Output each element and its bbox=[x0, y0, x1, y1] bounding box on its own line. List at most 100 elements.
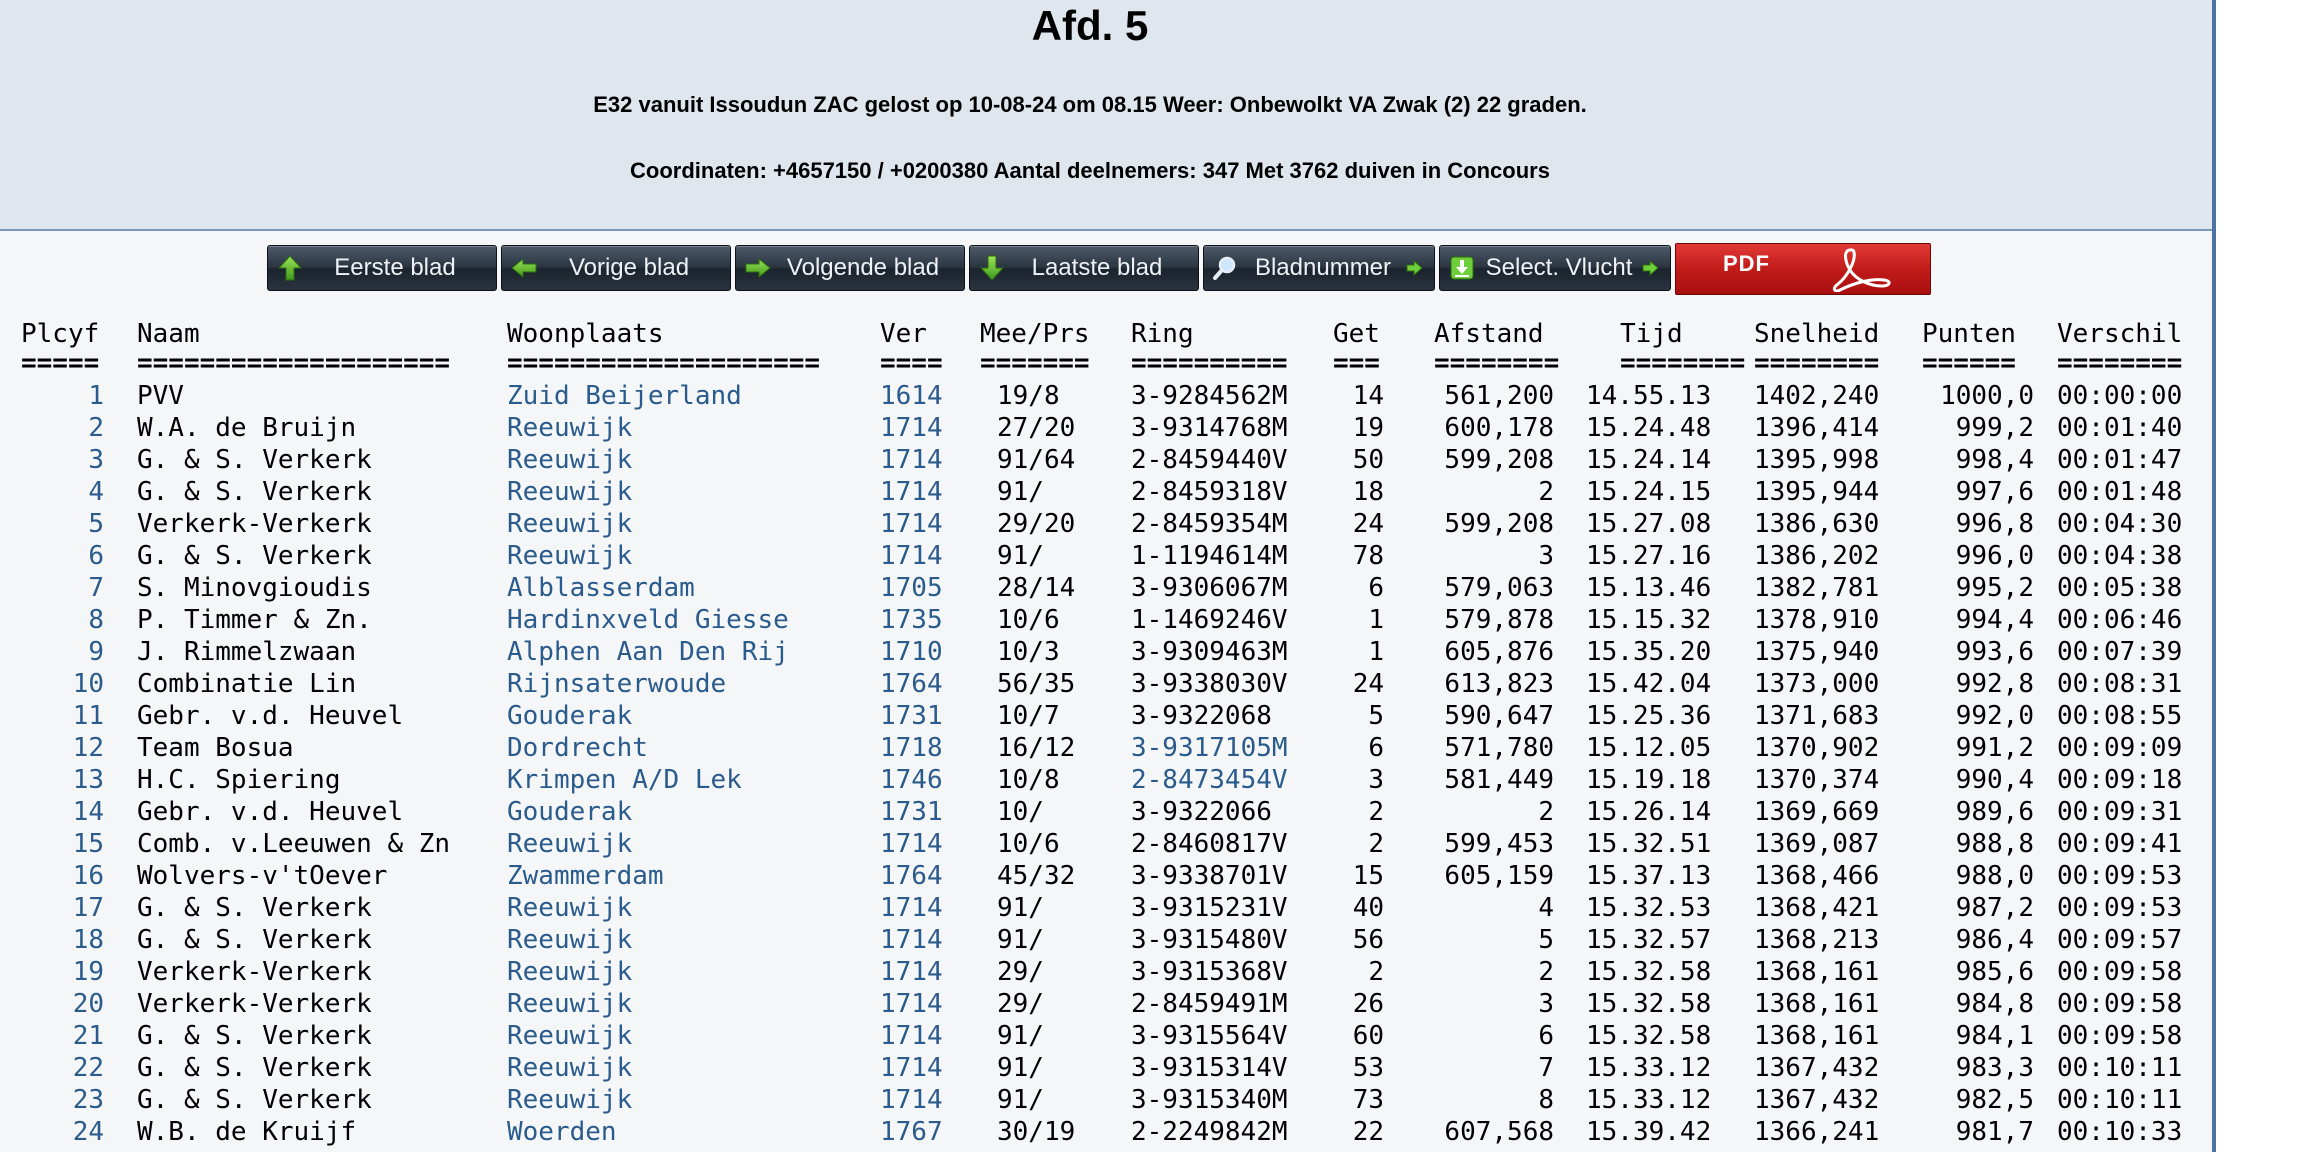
place: 19 bbox=[72, 957, 104, 987]
name: Wolvers-v'tOever bbox=[137, 861, 388, 891]
table-row: 9 J. Rimmelzwaan Alphen Aan Den Rij 1710 10/… bbox=[0, 636, 2212, 668]
first-page-button[interactable]: Eerste blad bbox=[267, 245, 497, 291]
marked: 2 bbox=[1368, 957, 1384, 987]
select-flight-button[interactable]: Select. Vlucht bbox=[1439, 245, 1671, 291]
header-separator: ===== ==================== ===============… bbox=[0, 350, 2212, 380]
association-link[interactable]: 1746 bbox=[880, 764, 943, 796]
residence-link[interactable]: Reeuwijk bbox=[507, 508, 632, 540]
difference: 00:10:33 bbox=[2057, 1117, 2183, 1147]
marked: 73 bbox=[1352, 1085, 1384, 1115]
separator: ======= bbox=[980, 350, 1090, 378]
column-header-points: Punten bbox=[1922, 319, 2016, 349]
marked: 3 bbox=[1368, 765, 1384, 795]
residence-link[interactable]: Alblasserdam bbox=[507, 572, 695, 604]
residence-link[interactable]: Reeuwijk bbox=[507, 924, 632, 956]
association-link[interactable]: 1714 bbox=[880, 988, 943, 1020]
place: 24 bbox=[72, 1117, 104, 1147]
distance: 579,878 bbox=[1444, 605, 1554, 635]
table-row: 12 Team Bosua Dordrecht 1718 16/12 3-9317105M… bbox=[0, 732, 2212, 764]
association-link[interactable]: 1764 bbox=[880, 668, 943, 700]
speed: 1402,240 bbox=[1754, 381, 1880, 411]
ring-number-link[interactable]: 3-9317105M bbox=[1131, 732, 1288, 764]
table-row: 17 G. & S. Verkerk Reeuwijk 1714 91/3-931523… bbox=[0, 892, 2212, 924]
residence-link[interactable]: Reeuwijk bbox=[507, 1084, 632, 1116]
residence-link[interactable]: Reeuwijk bbox=[507, 444, 632, 476]
residence-link[interactable]: Dordrecht bbox=[507, 732, 648, 764]
association-link[interactable]: 1731 bbox=[880, 700, 943, 732]
association-link[interactable]: 1714 bbox=[880, 540, 943, 572]
next-page-button[interactable]: Volgende blad bbox=[735, 245, 965, 291]
residence-link[interactable]: Alphen Aan Den Rij bbox=[507, 636, 789, 668]
association-link[interactable]: 1714 bbox=[880, 1084, 943, 1116]
association-link[interactable]: 1614 bbox=[880, 380, 943, 412]
association-link[interactable]: 1714 bbox=[880, 476, 943, 508]
association-link[interactable]: 1767 bbox=[880, 1116, 943, 1148]
entered-prized: 29/ bbox=[997, 989, 1044, 1019]
place: 2 bbox=[88, 413, 104, 443]
residence-link[interactable]: Gouderak bbox=[507, 700, 632, 732]
table-row: 20 Verkerk-Verkerk Reeuwijk 1714 29/2-845949… bbox=[0, 988, 2212, 1020]
place: 14 bbox=[72, 797, 104, 827]
association-link[interactable]: 1714 bbox=[880, 508, 943, 540]
residence-link[interactable]: Reeuwijk bbox=[507, 540, 632, 572]
association-link[interactable]: 1714 bbox=[880, 412, 943, 444]
name: PVV bbox=[137, 381, 184, 411]
arrival-time: 15.32.58 bbox=[1586, 989, 1712, 1019]
distance: 605,876 bbox=[1444, 637, 1554, 667]
association-link[interactable]: 1710 bbox=[880, 636, 943, 668]
association-link[interactable]: 1714 bbox=[880, 1020, 943, 1052]
residence-link[interactable]: Reeuwijk bbox=[507, 1052, 632, 1084]
residence-link[interactable]: Reeuwijk bbox=[507, 412, 632, 444]
residence-link[interactable]: Zwammerdam bbox=[507, 860, 664, 892]
arrival-time: 15.42.04 bbox=[1586, 669, 1712, 699]
association-link[interactable]: 1714 bbox=[880, 444, 943, 476]
pdf-label: PDF bbox=[1723, 251, 1770, 276]
association-link[interactable]: 1705 bbox=[880, 572, 943, 604]
association-link[interactable]: 1714 bbox=[880, 956, 943, 988]
residence-link[interactable]: Gouderak bbox=[507, 796, 632, 828]
speed: 1368,161 bbox=[1754, 1021, 1880, 1051]
entered-prized: 10/6 bbox=[997, 829, 1060, 859]
association-link[interactable]: 1764 bbox=[880, 860, 943, 892]
previous-page-button[interactable]: Vorige blad bbox=[501, 245, 731, 291]
residence-link[interactable]: Hardinxveld Giesse bbox=[507, 604, 789, 636]
column-header-name: Naam bbox=[137, 319, 200, 349]
association-link[interactable]: 1714 bbox=[880, 924, 943, 956]
points: 981,7 bbox=[1955, 1117, 2034, 1147]
residence-link[interactable]: Krimpen A/D Lek bbox=[507, 764, 742, 796]
arrow-right-small-icon bbox=[1642, 259, 1659, 277]
residence-link[interactable]: Woerden bbox=[507, 1116, 617, 1148]
next-page-label: Volgende blad bbox=[786, 254, 940, 281]
speed: 1395,998 bbox=[1754, 445, 1880, 475]
residence-link[interactable]: Reeuwijk bbox=[507, 828, 632, 860]
association-link[interactable]: 1735 bbox=[880, 604, 943, 636]
residence-link[interactable]: Reeuwijk bbox=[507, 1020, 632, 1052]
select-flight-label: Select. Vlucht bbox=[1485, 254, 1633, 281]
arrival-time: 15.24.15 bbox=[1586, 477, 1712, 507]
ring-number: 2-8459491M bbox=[1131, 989, 1288, 1019]
association-link[interactable]: 1731 bbox=[880, 796, 943, 828]
name: Verkerk-Verkerk bbox=[137, 957, 372, 987]
page-number-button[interactable]: Bladnummer bbox=[1203, 245, 1435, 291]
pdf-export-button[interactable]: PDF bbox=[1675, 243, 1931, 295]
speed: 1371,683 bbox=[1754, 701, 1880, 731]
residence-link[interactable]: Rijnsaterwoude bbox=[507, 668, 726, 700]
ring-number: 3-9315314V bbox=[1131, 1053, 1288, 1083]
last-page-button[interactable]: Laatste blad bbox=[969, 245, 1199, 291]
residence-link[interactable]: Reeuwijk bbox=[507, 476, 632, 508]
association-link[interactable]: 1714 bbox=[880, 892, 943, 924]
residence-link[interactable]: Zuid Beijerland bbox=[507, 380, 742, 412]
residence-link[interactable]: Reeuwijk bbox=[507, 892, 632, 924]
arrival-time: 15.19.18 bbox=[1586, 765, 1712, 795]
difference: 00:08:55 bbox=[2057, 701, 2183, 731]
association-link[interactable]: 1718 bbox=[880, 732, 943, 764]
arrival-time: 15.32.51 bbox=[1586, 829, 1712, 859]
residence-link[interactable]: Reeuwijk bbox=[507, 988, 632, 1020]
residence-link[interactable]: Reeuwijk bbox=[507, 956, 632, 988]
association-link[interactable]: 1714 bbox=[880, 1052, 943, 1084]
difference: 00:09:09 bbox=[2057, 733, 2183, 763]
adobe-acrobat-icon bbox=[1832, 248, 1891, 292]
association-link[interactable]: 1714 bbox=[880, 828, 943, 860]
separator: ======== bbox=[1754, 350, 1880, 378]
ring-number-link[interactable]: 2-8473454V bbox=[1131, 764, 1288, 796]
